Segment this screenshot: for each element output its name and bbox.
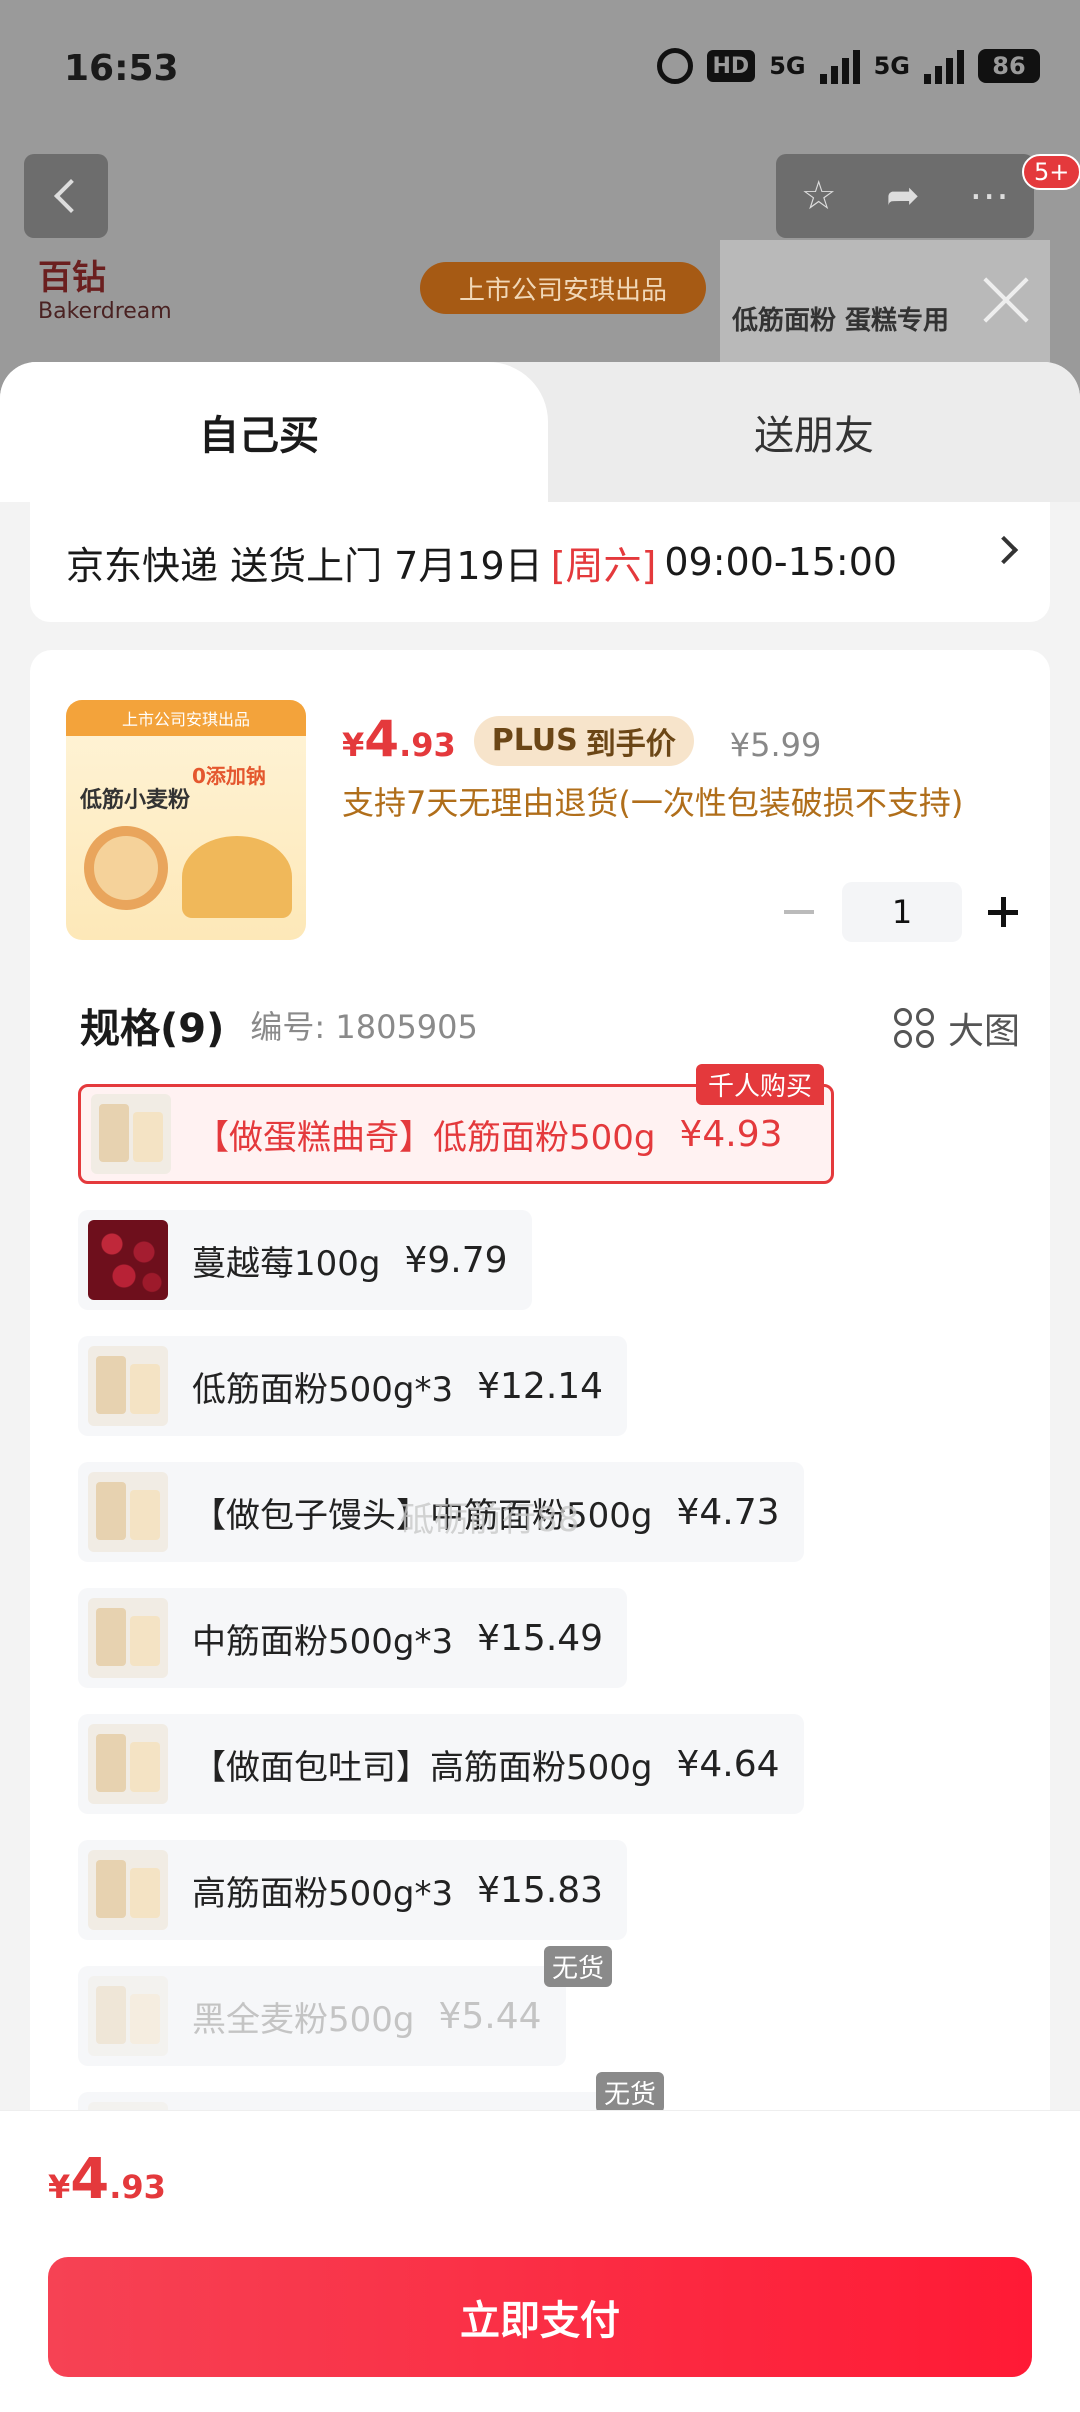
back-button[interactable] <box>24 154 108 238</box>
spec-option[interactable]: 高筋面粉500g*3 ¥15.83 <box>78 1840 1018 1940</box>
original-price: ¥5.99 <box>729 726 822 764</box>
option-thumbnail <box>88 1850 168 1930</box>
option-name: 中筋面粉500g*3 <box>192 1621 454 1662</box>
network-label-b: 5G <box>873 52 910 80</box>
cake-roll-image <box>84 826 168 910</box>
price-row: ¥4.93 PLUS 到手价 ¥5.99 <box>342 710 821 772</box>
option-name: 蔓越莓100g <box>192 1243 381 1284</box>
option-price: ¥5.44 <box>438 1995 542 2037</box>
spec-option[interactable]: 【做面包吐司】高筋面粉500g ¥4.64 <box>78 1714 1018 1814</box>
checkout-bar: ¥4.93 立即支付 <box>0 2110 1080 2412</box>
total-price: ¥4.93 <box>48 2147 166 2212</box>
option-name: 高筋面粉500g*3 <box>192 1873 454 1914</box>
option-thumbnail <box>88 1724 168 1804</box>
option-price: ¥9.79 <box>404 1239 508 1281</box>
option-price: ¥12.14 <box>477 1365 604 1407</box>
spec-option[interactable]: 【做蛋糕曲奇】低筋面粉500g ¥4.93 千人购买 <box>78 1064 1018 1184</box>
battery-icon: 86 <box>978 49 1040 83</box>
current-price: ¥4.93 <box>342 710 456 768</box>
option-price: ¥15.83 <box>477 1869 604 1911</box>
purchase-tabs: 自己买 送朋友 <box>0 362 1080 502</box>
option-price: ¥15.49 <box>477 1617 604 1659</box>
signal-icon <box>819 48 860 84</box>
hd-icon: HD <box>706 50 756 82</box>
option-thumbnail <box>88 1472 168 1552</box>
more-icon[interactable]: ⋯ <box>969 173 1009 219</box>
clock: 16:53 <box>64 48 179 89</box>
status-icons: HD 5G 5G 86 <box>656 48 1040 84</box>
option-price: ¥4.73 <box>676 1491 780 1533</box>
minus-button[interactable] <box>770 882 830 942</box>
spec-option[interactable]: 蔓越莓100g ¥9.79 <box>78 1210 1018 1310</box>
option-thumbnail <box>88 1598 168 1678</box>
option-thumbnail <box>88 1346 168 1426</box>
watermark: 砥砺前行88 <box>400 1500 580 1540</box>
product-code: 编号: 1805905 <box>250 1008 478 1046</box>
option-thumbnail <box>88 1976 168 2056</box>
delivery-info[interactable]: 京东快递 送货上门 7月19日 [周六] 09:00-15:00 <box>30 502 1050 622</box>
option-price: ¥4.64 <box>676 1743 780 1785</box>
chevron-right-icon <box>989 535 1019 565</box>
popular-badge: 千人购买 <box>696 1064 825 1105</box>
out-of-stock-badge: 无货 <box>596 2072 665 2113</box>
delivery-text: 京东快递 送货上门 7月19日 <box>66 543 543 588</box>
spec-title: 规格(9) <box>80 1006 225 1052</box>
out-of-stock-badge: 无货 <box>544 1946 613 1987</box>
listed-company-tag: 上市公司安琪出品 <box>420 262 706 314</box>
star-icon[interactable]: ☆ <box>801 173 837 219</box>
cart-badge: 5+ <box>1022 154 1080 190</box>
option-name: 【做蛋糕曲奇】低筋面粉500g <box>195 1117 656 1158</box>
network-label-a: 5G <box>769 52 806 80</box>
spec-option[interactable]: 中筋面粉500g*3 ¥15.49 <box>78 1588 1018 1688</box>
close-icon[interactable] <box>976 270 1036 330</box>
pay-now-button[interactable]: 立即支付 <box>48 2257 1032 2377</box>
tab-send-gift[interactable]: 送朋友 <box>548 362 1080 502</box>
return-policy-note: 支持7天无理由退货(一次性包装破损不支持) <box>342 784 964 822</box>
action-buttons: ☆ ➦ ⋯ <box>776 154 1034 238</box>
back-icon <box>54 179 88 213</box>
big-image-toggle[interactable]: 大图 <box>893 1002 1020 1054</box>
product-thumbnail[interactable]: 上市公司安琪出品 低筋小麦粉 0添加钠 <box>66 700 306 940</box>
tab-buy-self[interactable]: 自己买 <box>0 362 548 502</box>
status-bar: 16:53 HD 5G 5G 86 <box>0 0 1080 140</box>
signal-icon-2 <box>924 48 964 84</box>
plus-price-tag: PLUS 到手价 <box>473 715 694 766</box>
alarm-icon <box>656 48 693 84</box>
delivery-weekday: [周六] <box>550 543 657 588</box>
share-icon[interactable]: ➦ <box>886 173 920 219</box>
spec-header: 规格(9) 编号: 1805905 大图 <box>80 990 1020 1060</box>
delivery-time: 09:00-15:00 <box>664 540 898 584</box>
quantity-input[interactable]: 1 <box>842 882 962 942</box>
spec-options: 【做蛋糕曲奇】低筋面粉500g ¥4.93 千人购买 蔓越莓100g ¥9.79… <box>78 1064 1018 2218</box>
option-price: ¥4.93 <box>679 1113 783 1155</box>
spec-option[interactable]: 低筋面粉500g*3 ¥12.14 <box>78 1336 1018 1436</box>
chiffon-cake-image <box>182 836 292 918</box>
quantity-stepper: 1 <box>770 882 1034 942</box>
option-name: 【做面包吐司】高筋面粉500g <box>192 1747 653 1788</box>
option-name: 低筋面粉500g*3 <box>192 1369 454 1410</box>
plus-button[interactable] <box>974 882 1034 942</box>
option-name: 黑全麦粉500g <box>192 1999 415 2040</box>
background-product-page: 16:53 HD 5G 5G 86 ☆ ➦ ⋯ 5+ 百钻 Bakerdream… <box>0 0 1080 420</box>
brand-logo: 百钻 Bakerdream <box>38 258 172 324</box>
purchase-sheet: 自己买 送朋友 京东快递 送货上门 7月19日 [周六] 09:00-15:00… <box>0 362 1080 2412</box>
spec-option-disabled: 黑全麦粉500g ¥5.44 无货 <box>78 1946 1018 2066</box>
option-thumbnail <box>91 1094 171 1174</box>
option-thumbnail <box>88 1220 168 1300</box>
grid-view-icon <box>893 1008 934 1048</box>
